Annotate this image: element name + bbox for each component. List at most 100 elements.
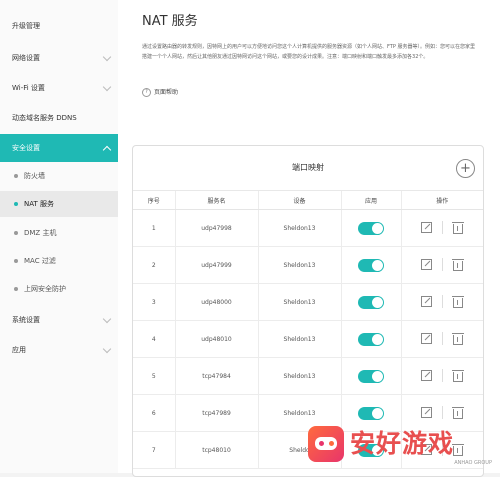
sidebar: 升级管理 网络设置 Wi-Fi 设置 动态域名服务 DDNS 安全设置 防火墙 … (0, 0, 119, 473)
edit-icon[interactable] (421, 259, 433, 270)
toggle-knob (372, 370, 383, 382)
divider (442, 406, 444, 419)
sidebar-item-label: 安全设置 (12, 144, 40, 152)
sidebar-item-ddns[interactable]: 动态域名服务 DDNS (0, 104, 118, 132)
trash-icon[interactable] (452, 332, 465, 345)
sidebar-item-label: 升级管理 (12, 22, 40, 30)
enable-toggle[interactable] (358, 332, 384, 346)
row-index: 5 (133, 357, 176, 395)
sidebar-subitem-label: 防火墙 (24, 172, 45, 180)
table-row: 3 udp48000 Sheldon13 (133, 283, 483, 321)
divider (442, 295, 444, 308)
trash-icon[interactable] (452, 258, 465, 271)
row-service: tcp47984 (175, 357, 259, 395)
row-device: Sheldon13 (258, 357, 342, 395)
row-actions (401, 357, 483, 395)
add-rule-button[interactable]: + (456, 159, 475, 178)
watermark-text: 安好游戏 (350, 429, 455, 458)
edit-icon[interactable] (421, 296, 433, 307)
toggle-knob (372, 296, 383, 308)
table-row: 2 udp47999 Sheldon13 (133, 246, 483, 284)
column-header-enabled: 应用 (341, 191, 402, 210)
row-service: udp48010 (175, 320, 259, 358)
add-icon: + (460, 161, 471, 176)
bullet-icon (14, 174, 18, 178)
enable-toggle[interactable] (358, 221, 384, 235)
column-header-device: 设备 (258, 191, 342, 210)
row-enabled-cell (341, 209, 402, 247)
table-row: 4 udp48010 Sheldon13 (133, 320, 483, 358)
chevron-down-icon (102, 314, 112, 324)
enable-toggle[interactable] (358, 406, 384, 420)
edit-icon[interactable] (421, 370, 433, 381)
watermark-subtext: ANHAO GROUP (454, 460, 492, 466)
divider (442, 332, 444, 345)
trash-icon[interactable] (452, 406, 465, 419)
row-enabled-cell (341, 246, 402, 284)
page-title: NAT 服务 (142, 14, 198, 29)
row-index: 3 (133, 283, 176, 321)
table-header-row: 序号 服务名 设备 应用 操作 (133, 191, 483, 210)
sidebar-subitem-firewall[interactable]: 防火墙 (0, 163, 118, 189)
sidebar-subitem-nat[interactable]: NAT 服务 (0, 191, 118, 217)
sidebar-item-upgrade[interactable]: 升级管理 (0, 12, 118, 40)
help-label: 页面帮助 (154, 89, 179, 96)
edit-icon[interactable] (421, 333, 433, 344)
row-index: 4 (133, 320, 176, 358)
enable-toggle[interactable] (358, 295, 384, 309)
chevron-down-icon (102, 52, 112, 62)
sidebar-item-network[interactable]: 网络设置 (0, 44, 118, 72)
enable-toggle[interactable] (358, 369, 384, 383)
trash-icon[interactable] (452, 369, 465, 382)
toggle-knob (372, 407, 383, 419)
row-enabled-cell (341, 283, 402, 321)
row-enabled-cell (341, 357, 402, 395)
sidebar-subitem-label: NAT 服务 (24, 200, 54, 208)
bullet-icon (14, 259, 18, 263)
sidebar-item-label: 系统设置 (12, 316, 40, 324)
sidebar-item-security[interactable]: 安全设置 (0, 134, 118, 162)
sidebar-item-system[interactable]: 系统设置 (0, 306, 118, 334)
row-actions (401, 246, 483, 284)
chevron-down-icon (102, 82, 112, 92)
sidebar-subitem-web-protection[interactable]: 上网安全防护 (0, 276, 118, 302)
sidebar-item-apps[interactable]: 应用 (0, 336, 118, 364)
row-index: 6 (133, 394, 176, 432)
column-header-actions: 操作 (401, 191, 483, 210)
sidebar-item-wifi[interactable]: Wi-Fi 设置 (0, 74, 118, 102)
enable-toggle[interactable] (358, 258, 384, 272)
bullet-icon (14, 231, 18, 235)
column-header-index: 序号 (133, 191, 176, 210)
page-description: 通过设置路由器的转发规则，因特网上的用户可以方便地访问您这个人计算机提供的服务器… (142, 44, 475, 60)
bullet-icon (14, 202, 18, 206)
sidebar-item-label: Wi-Fi 设置 (12, 84, 45, 92)
sidebar-subitem-label: 上网安全防护 (24, 285, 66, 293)
toggle-knob (372, 259, 383, 271)
divider (442, 369, 444, 382)
row-index: 2 (133, 246, 176, 284)
row-actions (401, 283, 483, 321)
gamepad-icon (308, 426, 344, 462)
sidebar-item-label: 网络设置 (12, 54, 40, 62)
table-row: 1 udp47998 Sheldon13 (133, 209, 483, 247)
row-index: 7 (133, 431, 176, 469)
row-service: udp47998 (175, 209, 259, 247)
row-device: Sheldon13 (258, 209, 342, 247)
panel-title: 端口映射 (133, 146, 483, 191)
row-enabled-cell (341, 320, 402, 358)
sidebar-subitem-label: MAC 过滤 (24, 257, 56, 265)
sidebar-subitem-mac-filter[interactable]: MAC 过滤 (0, 248, 118, 274)
edit-icon[interactable] (421, 407, 433, 418)
sidebar-subitem-label: DMZ 主机 (24, 229, 57, 237)
edit-icon[interactable] (421, 222, 433, 233)
row-service: tcp48010 (175, 431, 259, 469)
trash-icon[interactable] (452, 295, 465, 308)
sidebar-subitem-dmz[interactable]: DMZ 主机 (0, 220, 118, 246)
help-link[interactable]: ? 页面帮助 (142, 88, 178, 98)
sidebar-item-label: 动态域名服务 DDNS (12, 114, 77, 122)
row-device: Sheldon13 (258, 283, 342, 321)
row-service: udp47999 (175, 246, 259, 284)
trash-icon[interactable] (452, 221, 465, 234)
row-device: Sheldon13 (258, 246, 342, 284)
main-content: NAT 服务 通过设置路由器的转发规则，因特网上的用户可以方便地访问您这个人计算… (118, 0, 500, 477)
